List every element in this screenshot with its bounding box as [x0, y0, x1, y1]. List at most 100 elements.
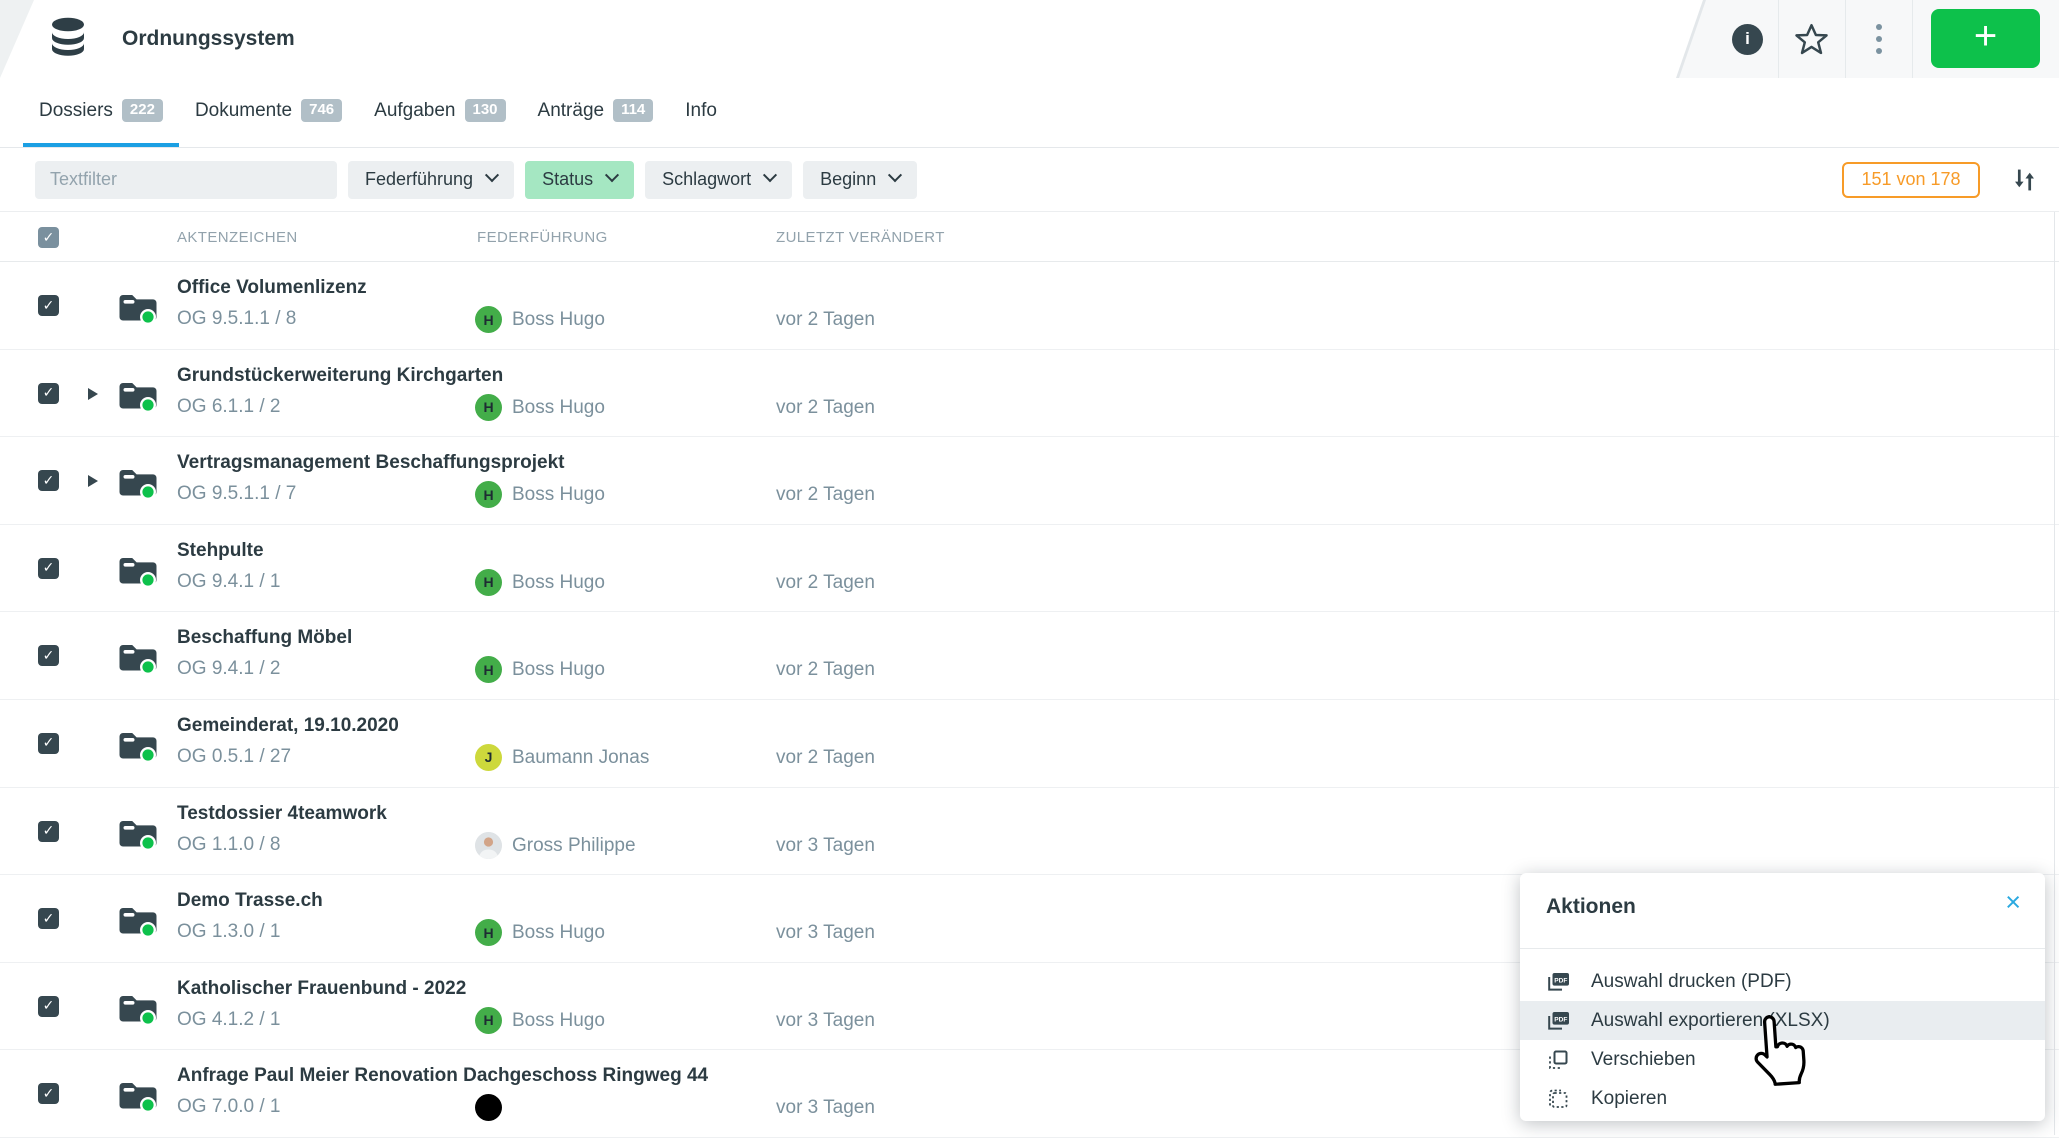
tab-count-badge: 222 — [122, 99, 163, 122]
corner-wedge-decoration — [0, 0, 34, 78]
tab-count-badge: 746 — [301, 99, 342, 122]
filter-label: Beginn — [820, 169, 876, 190]
app-header: Ordnungssystem i + — [0, 0, 2059, 78]
filter-schlagwort[interactable]: Schlagwort — [645, 161, 792, 199]
info-button[interactable]: i — [1717, 0, 1778, 78]
favorite-button[interactable] — [1778, 0, 1845, 78]
dossier-title[interactable]: Grundstückerweiterung Kirchgarten — [177, 365, 503, 387]
avatar-initial: H — [483, 399, 493, 415]
dossier-title[interactable]: Anfrage Paul Meier Renovation Dachgescho… — [177, 1065, 708, 1087]
avatar-initial: H — [483, 312, 493, 328]
last-modified: vor 3 Tagen — [776, 1010, 875, 1032]
tab-label: Aufgaben — [374, 100, 455, 122]
table-row[interactable]: ✓ Grundstückerweiterung Kirchgarten OG 6… — [0, 350, 2059, 438]
tab-dokumente[interactable]: Dokumente 746 — [179, 78, 358, 147]
checkmark-icon: ✓ — [43, 912, 55, 926]
text-filter-input[interactable] — [35, 161, 337, 199]
table-row[interactable]: ✓ Gemeinderat, 19.10.2020 OG 0.5.1 / 27 … — [0, 700, 2059, 788]
dossier-folder-icon — [118, 817, 158, 851]
dossier-reference: OG 4.1.2 / 1 — [177, 1009, 281, 1031]
dossier-title[interactable]: Demo Trasse.ch — [177, 890, 323, 912]
person-photo-icon — [475, 832, 502, 859]
pdf-icon: PDF — [1547, 1011, 1570, 1031]
kebab-icon — [1876, 24, 1882, 54]
table-row[interactable]: ✓ Testdossier 4teamwork OG 1.1.0 / 8 Gro… — [0, 788, 2059, 876]
row-checkbox[interactable]: ✓ — [38, 733, 59, 754]
header-actions-area: i + — [1670, 0, 2059, 78]
dossier-reference: OG 9.4.1 / 2 — [177, 658, 281, 680]
expand-arrow-icon[interactable] — [88, 388, 98, 400]
row-checkbox[interactable]: ✓ — [38, 295, 59, 316]
row-checkbox[interactable]: ✓ — [38, 821, 59, 842]
dossier-folder-icon — [118, 904, 158, 938]
owner-name: Gross Philippe — [512, 835, 636, 857]
expand-arrow-icon[interactable] — [88, 475, 98, 487]
last-modified: vor 2 Tagen — [776, 309, 875, 331]
row-checkbox[interactable]: ✓ — [38, 645, 59, 666]
table-row[interactable]: ✓ Vertragsmanagement Beschaffungsprojekt… — [0, 437, 2059, 525]
action-item-label: Kopieren — [1591, 1088, 1667, 1110]
row-checkbox[interactable]: ✓ — [38, 996, 59, 1017]
dossier-folder-icon — [118, 291, 158, 325]
tab-aufgaben[interactable]: Aufgaben 130 — [358, 78, 521, 147]
page-title: Ordnungssystem — [122, 0, 295, 78]
filter-federfuehrung[interactable]: Federführung — [348, 161, 514, 199]
owner-name: Baumann Jonas — [512, 747, 649, 769]
owner-name: Boss Hugo — [512, 484, 605, 506]
row-checkbox[interactable]: ✓ — [38, 470, 59, 491]
row-checkbox[interactable]: ✓ — [38, 383, 59, 404]
chevron-down-icon — [888, 168, 902, 182]
move-icon — [1548, 1050, 1568, 1070]
filter-beginn[interactable]: Beginn — [803, 161, 917, 199]
dossier-title[interactable]: Katholischer Frauenbund - 2022 — [177, 978, 466, 1000]
dossier-title[interactable]: Gemeinderat, 19.10.2020 — [177, 715, 399, 737]
row-checkbox[interactable]: ✓ — [38, 908, 59, 929]
last-modified: vor 3 Tagen — [776, 922, 875, 944]
dossier-title[interactable]: Beschaffung Möbel — [177, 627, 352, 649]
action-item-print-pdf[interactable]: PDF Auswahl drucken (PDF) — [1520, 962, 2045, 1001]
filter-label: Status — [542, 169, 593, 190]
avatar-initial: H — [483, 662, 493, 678]
filter-status[interactable]: Status — [525, 161, 634, 199]
table-row[interactable]: ✓ Stehpulte OG 9.4.1 / 1 H Boss Hugo vor… — [0, 525, 2059, 613]
more-menu-button[interactable] — [1845, 0, 1912, 78]
column-header-federfuehrung[interactable]: FEDERFÜHRUNG — [477, 229, 608, 246]
sort-button[interactable] — [2012, 165, 2037, 195]
add-button[interactable]: + — [1931, 9, 2040, 68]
avatar-initial: H — [483, 487, 493, 503]
row-checkbox[interactable]: ✓ — [38, 558, 59, 579]
divider — [1520, 948, 2045, 949]
avatar-initial: H — [483, 1012, 493, 1028]
avatar: H — [475, 306, 502, 333]
checkmark-icon: ✓ — [43, 736, 55, 750]
owner-name: Boss Hugo — [512, 397, 605, 419]
table-row[interactable]: ✓ Beschaffung Möbel OG 9.4.1 / 2 H Boss … — [0, 612, 2059, 700]
dossier-title[interactable]: Stehpulte — [177, 540, 264, 562]
tab-antr-ge[interactable]: Anträge 114 — [522, 78, 670, 147]
dossier-title[interactable]: Office Volumenlizenz — [177, 277, 367, 299]
avatar-photo — [475, 832, 502, 859]
table-row[interactable]: ✓ Office Volumenlizenz OG 9.5.1.1 / 8 H … — [0, 262, 2059, 350]
dossier-folder-icon — [118, 379, 158, 413]
last-modified: vor 2 Tagen — [776, 397, 875, 419]
tab-count-badge: 114 — [613, 99, 653, 122]
dossier-title[interactable]: Testdossier 4teamwork — [177, 803, 387, 825]
row-checkbox[interactable]: ✓ — [38, 1083, 59, 1104]
avatar-initial: H — [483, 574, 493, 590]
tab-count-badge: 130 — [465, 99, 506, 122]
chevron-down-icon — [605, 168, 619, 182]
hand-cursor — [1744, 1009, 1810, 1091]
checkmark-icon: ✓ — [43, 474, 55, 488]
select-all-checkbox[interactable]: ✓ — [38, 227, 59, 248]
close-icon[interactable]: × — [2005, 889, 2021, 916]
dossier-reference: OG 7.0.0 / 1 — [177, 1096, 281, 1118]
owner-name: Boss Hugo — [512, 922, 605, 944]
tab-info[interactable]: Info — [669, 78, 733, 147]
tab-dossiers[interactable]: Dossiers 222 — [23, 78, 179, 147]
avatar: J — [475, 744, 502, 771]
avatar: H — [475, 394, 502, 421]
column-header-zuletzt-veraendert[interactable]: ZULETZT VERÄNDERT — [776, 229, 945, 246]
column-header-aktenzeichen[interactable]: AKTENZEICHEN — [177, 229, 298, 246]
last-modified: vor 2 Tagen — [776, 659, 875, 681]
dossier-title[interactable]: Vertragsmanagement Beschaffungsprojekt — [177, 452, 565, 474]
